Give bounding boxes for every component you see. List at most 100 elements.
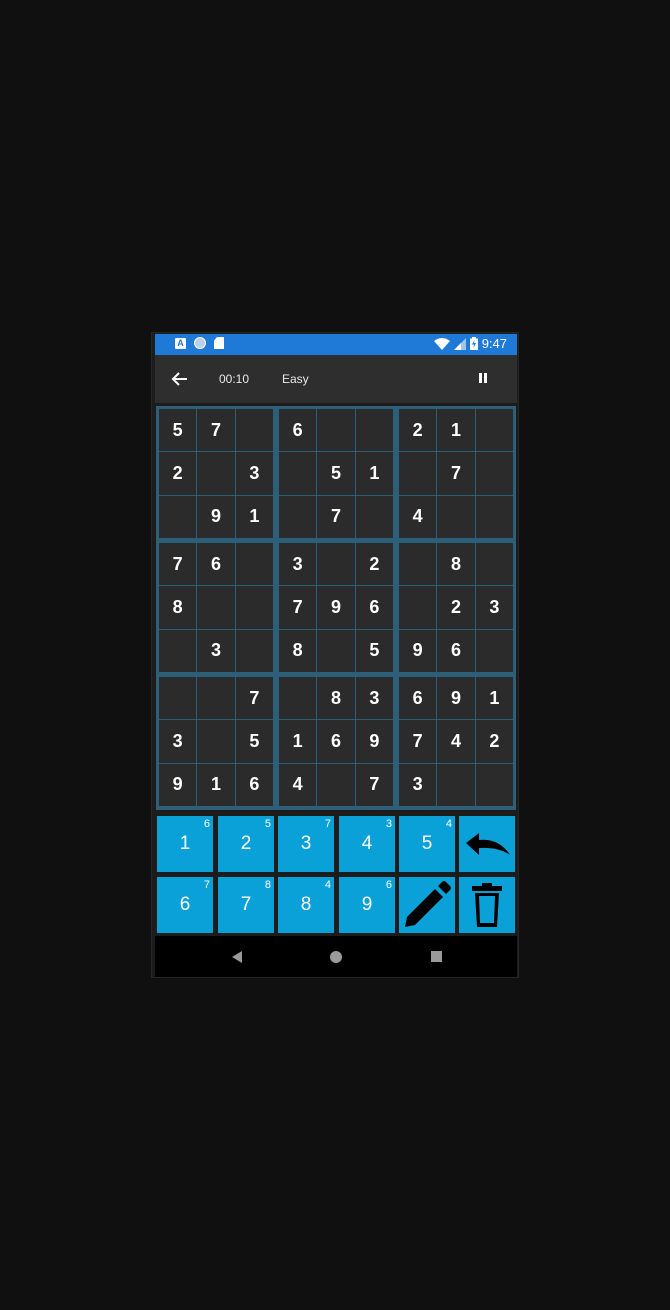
board-cell[interactable] — [317, 763, 355, 806]
board-cell[interactable]: 3 — [475, 586, 513, 629]
board-cell[interactable]: 7 — [355, 763, 393, 806]
digit-key-9[interactable]: 9 6 — [339, 877, 395, 933]
board-cell[interactable]: 7 — [437, 452, 475, 495]
board-cell[interactable]: 7 — [159, 543, 197, 586]
board-cell[interactable]: 6 — [399, 677, 437, 720]
board-cell[interactable] — [317, 629, 355, 672]
board-cell[interactable]: 9 — [159, 763, 197, 806]
board-cell[interactable]: 7 — [399, 720, 437, 763]
board-cell[interactable]: 8 — [437, 543, 475, 586]
board-cell[interactable]: 9 — [317, 586, 355, 629]
board-cell[interactable] — [279, 452, 317, 495]
board-cell[interactable] — [197, 720, 235, 763]
board-cell[interactable]: 9 — [355, 720, 393, 763]
board-cell[interactable]: 4 — [279, 763, 317, 806]
board-cell[interactable]: 2 — [399, 409, 437, 452]
board-cell[interactable] — [235, 543, 273, 586]
board-cell[interactable] — [399, 586, 437, 629]
board-cell[interactable]: 6 — [355, 586, 393, 629]
board-cell[interactable]: 9 — [197, 495, 235, 538]
board-cell[interactable]: 1 — [235, 495, 273, 538]
undo-button[interactable] — [459, 816, 515, 872]
digit-key-7[interactable]: 7 8 — [218, 877, 274, 933]
board-cell[interactable] — [399, 452, 437, 495]
erase-button[interactable] — [459, 877, 515, 933]
board-cell[interactable] — [475, 543, 513, 586]
board-cell[interactable] — [437, 495, 475, 538]
sd-card-icon — [214, 337, 224, 349]
board-cell[interactable] — [279, 495, 317, 538]
board-cell[interactable]: 1 — [355, 452, 393, 495]
board-cell[interactable]: 9 — [437, 677, 475, 720]
board-cell[interactable] — [355, 495, 393, 538]
board-cell[interactable] — [317, 543, 355, 586]
board-cell[interactable]: 6 — [437, 629, 475, 672]
board-cell[interactable] — [355, 409, 393, 452]
board-cell[interactable]: 5 — [235, 720, 273, 763]
board-cell[interactable]: 3 — [355, 677, 393, 720]
board-cell[interactable]: 3 — [197, 629, 235, 672]
board-cell[interactable]: 2 — [355, 543, 393, 586]
board-cell[interactable] — [235, 586, 273, 629]
board-cell[interactable]: 4 — [437, 720, 475, 763]
digit-key-1[interactable]: 1 6 — [157, 816, 213, 872]
board-cell[interactable] — [235, 409, 273, 452]
nav-home-icon[interactable] — [330, 951, 342, 963]
board-cell[interactable]: 2 — [159, 452, 197, 495]
board-cell[interactable]: 3 — [279, 543, 317, 586]
board-cell[interactable]: 2 — [437, 586, 475, 629]
board-cell[interactable]: 3 — [159, 720, 197, 763]
board-cell[interactable] — [475, 763, 513, 806]
digit-key-4[interactable]: 4 3 — [339, 816, 395, 872]
board-cell[interactable]: 7 — [279, 586, 317, 629]
board-cell[interactable] — [317, 409, 355, 452]
board-cell[interactable]: 2 — [475, 720, 513, 763]
digit-key-5[interactable]: 5 4 — [399, 816, 455, 872]
board-cell[interactable]: 7 — [317, 495, 355, 538]
app-a-icon: A — [175, 337, 186, 349]
board-cell[interactable] — [475, 452, 513, 495]
digit-key-8[interactable]: 8 4 — [278, 877, 334, 933]
nav-back-icon[interactable] — [231, 951, 243, 963]
board-cell[interactable] — [475, 409, 513, 452]
board-cell[interactable] — [475, 629, 513, 672]
board-cell[interactable]: 7 — [197, 409, 235, 452]
board-cell[interactable] — [279, 677, 317, 720]
board-cell[interactable]: 3 — [235, 452, 273, 495]
board-cell[interactable]: 5 — [355, 629, 393, 672]
board-cell[interactable] — [399, 543, 437, 586]
board-cell[interactable]: 8 — [159, 586, 197, 629]
back-arrow-icon[interactable] — [169, 368, 191, 390]
board-cell[interactable]: 1 — [279, 720, 317, 763]
digit-key-2[interactable]: 2 5 — [218, 816, 274, 872]
board-cell[interactable]: 8 — [317, 677, 355, 720]
board-cell[interactable] — [197, 586, 235, 629]
board-cell[interactable] — [197, 677, 235, 720]
board-cell[interactable]: 6 — [279, 409, 317, 452]
digit-key-6[interactable]: 6 7 — [157, 877, 213, 933]
board-cell[interactable] — [159, 677, 197, 720]
board-cell[interactable] — [197, 452, 235, 495]
pencil-notes-button[interactable] — [399, 877, 455, 933]
board-cell[interactable]: 9 — [399, 629, 437, 672]
board-cell[interactable]: 5 — [159, 409, 197, 452]
board-cell[interactable]: 1 — [437, 409, 475, 452]
digit-key-3[interactable]: 3 7 — [278, 816, 334, 872]
board-cell[interactable]: 8 — [279, 629, 317, 672]
board-cell[interactable] — [437, 763, 475, 806]
board-cell[interactable]: 5 — [317, 452, 355, 495]
board-cell[interactable] — [159, 629, 197, 672]
board-cell[interactable]: 4 — [399, 495, 437, 538]
board-cell[interactable]: 6 — [317, 720, 355, 763]
board-cell[interactable]: 1 — [475, 677, 513, 720]
board-cell[interactable]: 6 — [197, 543, 235, 586]
nav-recents-icon[interactable] — [431, 951, 442, 962]
board-cell[interactable]: 1 — [197, 763, 235, 806]
board-cell[interactable] — [235, 629, 273, 672]
board-cell[interactable] — [159, 495, 197, 538]
board-cell[interactable]: 6 — [235, 763, 273, 806]
board-cell[interactable]: 3 — [399, 763, 437, 806]
pause-icon[interactable] — [475, 370, 491, 386]
board-cell[interactable]: 7 — [235, 677, 273, 720]
board-cell[interactable] — [475, 495, 513, 538]
